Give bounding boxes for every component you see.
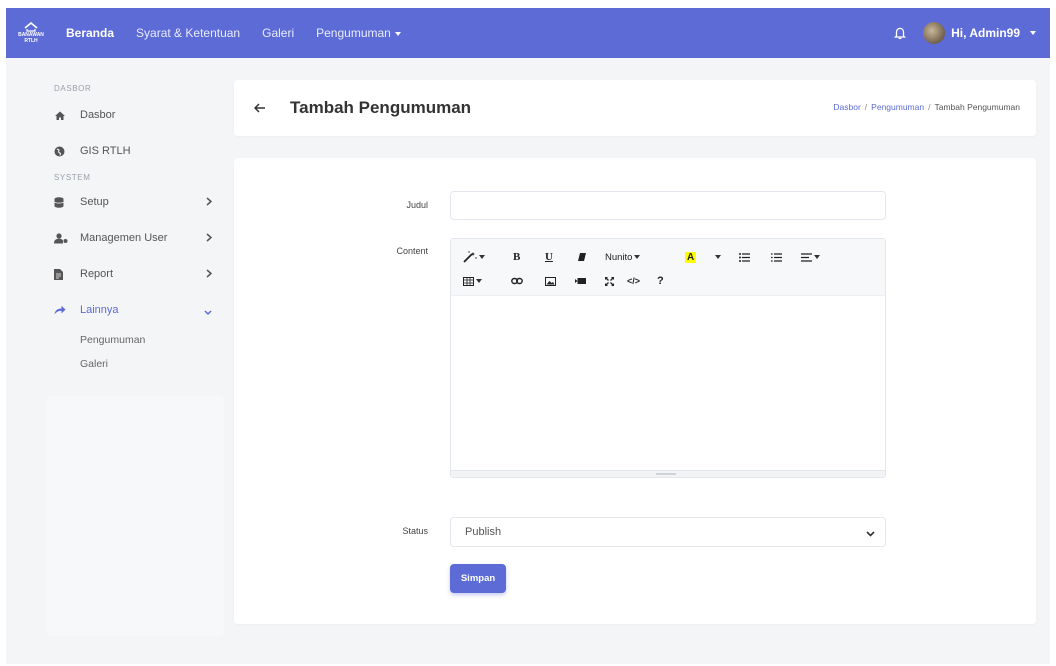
page-header-card: Tambah Pengumuman Dasbor / Pengumuman / … — [234, 80, 1036, 136]
judul-input[interactable] — [450, 191, 886, 220]
caret-down-icon — [476, 279, 482, 283]
breadcrumb-pengumuman[interactable]: Pengumuman — [871, 102, 924, 112]
sidebar-item-label: GIS RTLH — [80, 145, 131, 157]
form-card: Judul Content B U Nunito A </> ? Status … — [234, 158, 1036, 624]
top-navbar: BANAWAN RTLH Beranda Syarat & Ketentuan … — [6, 8, 1050, 58]
home-icon — [54, 110, 74, 121]
caret-down-icon — [814, 255, 820, 259]
sidebar-item-label: Setup — [80, 196, 109, 208]
sidebar-item-gis-rtlh[interactable]: GIS RTLH — [34, 133, 224, 169]
nav-syarat-ketentuan[interactable]: Syarat & Ketentuan — [136, 26, 240, 40]
breadcrumb-current: Tambah Pengumuman — [934, 102, 1020, 112]
status-select-value: Publish — [465, 526, 502, 538]
logo-text: BANAWAN RTLH — [18, 32, 44, 44]
user-menu[interactable]: Hi, Admin99 — [923, 22, 1036, 44]
top-nav: Beranda Syarat & Ketentuan Galeri Pengum… — [66, 26, 401, 40]
editor-toolbar: B U Nunito A </> ? — [451, 239, 885, 296]
house-logo-icon — [24, 22, 38, 32]
status-select[interactable]: Publish — [450, 517, 886, 547]
user-greeting: Hi, Admin99 — [951, 26, 1020, 40]
sidebar-item-label: Lainnya — [80, 304, 119, 316]
font-name-dropdown[interactable]: Nunito — [605, 249, 641, 265]
breadcrumb: Dasbor / Pengumuman / Tambah Pengumuman — [833, 102, 1020, 112]
table-icon[interactable] — [463, 273, 482, 289]
chevron-right-icon — [206, 233, 213, 245]
sidebar-item-report[interactable]: Report — [34, 256, 224, 292]
resize-grip-icon — [656, 473, 676, 475]
sidebar-item-lainnya[interactable]: Lainnya — [34, 292, 224, 328]
sidebar-heading-dasbor: DASBOR — [54, 84, 92, 93]
user-cog-icon — [54, 232, 74, 244]
code-view-icon[interactable]: </> — [627, 273, 640, 289]
sidebar-item-dasbor[interactable]: Dasbor — [34, 97, 224, 133]
sidebar: DASBOR Dasbor GIS RTLH SYSTEM Setup Mana… — [34, 76, 224, 376]
app-frame: BANAWAN RTLH Beranda Syarat & Ketentuan … — [6, 8, 1050, 664]
editor-resize-handle[interactable] — [451, 470, 885, 477]
nav-galeri[interactable]: Galeri — [262, 26, 294, 40]
nav-pengumuman[interactable]: Pengumuman — [316, 26, 401, 40]
bullet-list-icon[interactable] — [739, 249, 750, 265]
file-icon — [54, 268, 74, 280]
breadcrumb-separator: / — [928, 102, 931, 112]
fullscreen-icon[interactable] — [605, 273, 614, 289]
font-name-label: Nunito — [605, 251, 633, 263]
sidebar-panel — [46, 396, 224, 636]
sidebar-item-managemen-user[interactable]: Managemen User — [34, 220, 224, 256]
sidebar-item-setup[interactable]: Setup — [34, 184, 224, 220]
help-icon[interactable]: ? — [657, 273, 664, 289]
share-icon — [54, 305, 74, 315]
video-icon[interactable] — [575, 273, 586, 289]
status-label: Status — [402, 526, 428, 536]
caret-down-icon — [715, 255, 721, 259]
content-label: Content — [396, 246, 428, 256]
align-icon[interactable] — [801, 249, 820, 265]
chevron-right-icon — [206, 269, 213, 281]
content-editor: B U Nunito A </> ? — [450, 238, 886, 478]
breadcrumb-dasbor[interactable]: Dasbor — [833, 102, 860, 112]
caret-down-icon — [394, 31, 401, 36]
sidebar-subitem-pengumuman[interactable]: Pengumuman — [34, 328, 224, 352]
simpan-button[interactable]: Simpan — [450, 564, 506, 593]
globe-icon — [54, 146, 74, 157]
database-icon — [54, 196, 74, 208]
bell-icon[interactable] — [893, 26, 907, 40]
back-arrow-icon[interactable] — [253, 100, 266, 118]
sidebar-heading-system: SYSTEM — [54, 173, 91, 182]
ordered-list-icon[interactable] — [771, 249, 782, 265]
chevron-down-icon — [204, 307, 212, 319]
chevron-down-icon — [866, 528, 875, 540]
top-right-area: Hi, Admin99 — [893, 8, 1036, 58]
nav-pengumuman-label: Pengumuman — [316, 26, 391, 40]
highlight-a-icon: A — [685, 251, 697, 263]
caret-down-icon — [1030, 31, 1036, 35]
sidebar-item-label: Managemen User — [80, 232, 168, 244]
link-icon[interactable] — [511, 273, 523, 289]
nav-beranda[interactable]: Beranda — [66, 26, 114, 40]
sidebar-item-label: Report — [80, 268, 114, 280]
editor-content-area[interactable] — [451, 296, 885, 471]
page-title: Tambah Pengumuman — [290, 98, 472, 117]
text-color-icon[interactable]: A — [685, 249, 697, 265]
caret-down-icon — [634, 255, 641, 259]
avatar — [923, 22, 946, 44]
caret-down-icon — [479, 255, 485, 259]
logo-text-line2: RTLH — [24, 38, 38, 44]
underline-icon[interactable]: U — [545, 249, 553, 265]
brand-logo[interactable]: BANAWAN RTLH — [18, 18, 44, 48]
sidebar-subitem-galeri[interactable]: Galeri — [34, 352, 224, 376]
eraser-icon[interactable] — [577, 249, 587, 265]
image-icon[interactable] — [545, 273, 556, 289]
bold-icon[interactable]: B — [513, 249, 520, 265]
chevron-right-icon — [206, 197, 213, 209]
judul-label: Judul — [406, 200, 428, 210]
magic-icon[interactable] — [463, 249, 485, 265]
sidebar-item-label: Dasbor — [80, 109, 116, 121]
text-color-dropdown[interactable] — [713, 249, 721, 265]
breadcrumb-separator: / — [864, 102, 868, 112]
